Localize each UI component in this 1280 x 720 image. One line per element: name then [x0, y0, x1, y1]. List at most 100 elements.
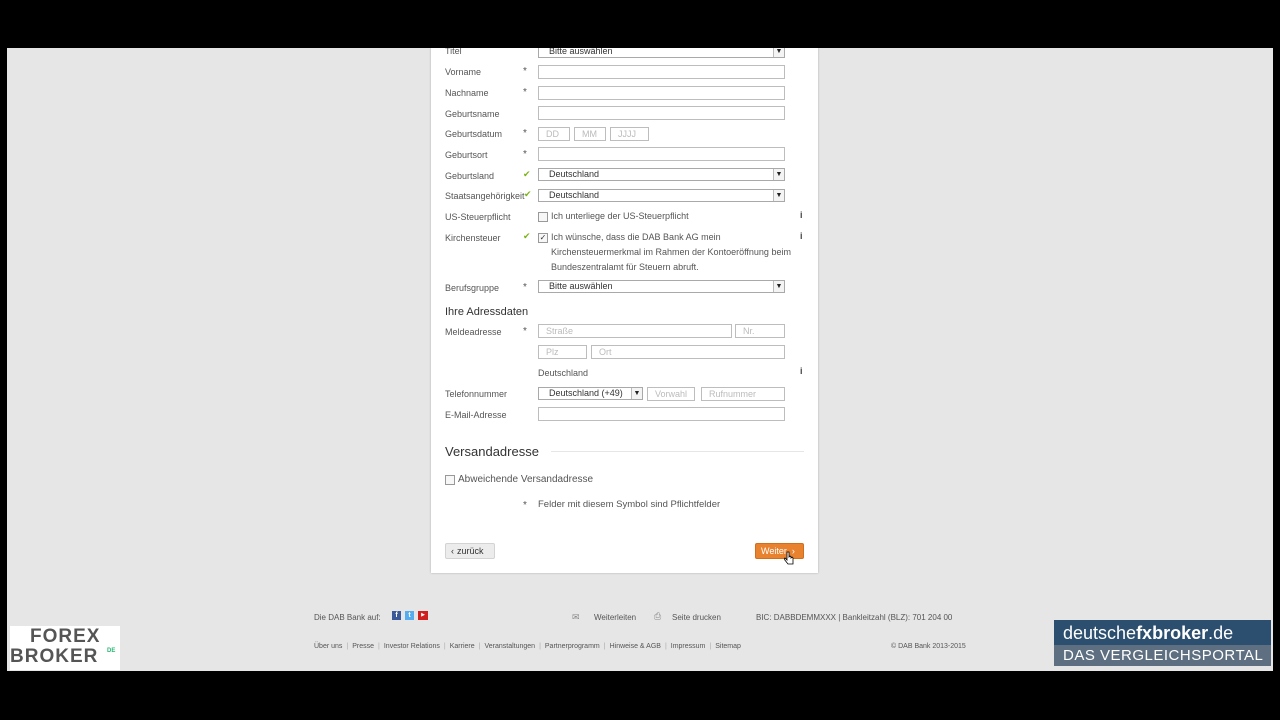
footer-link-presse[interactable]: Presse — [352, 643, 374, 650]
next-button-label: Weiter — [761, 546, 787, 556]
label-nachname: Nachname — [445, 88, 489, 98]
logo-broker-text: BROKER — [10, 646, 99, 667]
banner-domain-part1: deutsche — [1063, 623, 1137, 643]
forward-link[interactable]: Weiterleiten — [594, 613, 636, 622]
hausnummer-input[interactable]: Nr. — [735, 324, 785, 338]
info-icon[interactable]: i — [800, 366, 803, 376]
banner-domain-part3: .de — [1208, 623, 1234, 643]
label-kirchensteuer: Kirchensteuer — [445, 233, 501, 243]
email-input[interactable] — [538, 407, 785, 421]
label-vorname: Vorname — [445, 67, 482, 77]
footer-link-hinweise-agb[interactable]: Hinweise & AGB — [610, 643, 661, 650]
footer-link-impressum[interactable]: Impressum — [671, 643, 706, 650]
youtube-icon[interactable]: ▶ — [418, 611, 428, 620]
staat-select-value: Deutschland — [549, 190, 600, 200]
required-star: * — [523, 128, 527, 139]
address-country: Deutschland — [538, 368, 589, 378]
address-section-heading: Ihre Adressdaten — [445, 306, 529, 318]
birthdate-month-input[interactable]: MM — [574, 127, 606, 141]
forex-broker-logo: FOREX BROKER DE — [10, 626, 120, 670]
alt-shipping-label: Abweichende Versandadresse — [458, 474, 594, 485]
nachname-input[interactable] — [538, 86, 785, 100]
facebook-icon[interactable]: f — [392, 611, 401, 620]
birthdate-year-input[interactable]: JJJJ — [610, 127, 649, 141]
church-tax-text-line3: Bundeszentralamt für Steuern abruft. — [551, 262, 699, 272]
birthdate-day-input[interactable]: DD — [538, 127, 570, 141]
vorwahl-input[interactable]: Vorwahl — [647, 387, 695, 401]
registration-form-card: Titel Bitte auswählen ▼ Vorname * Nachna… — [431, 48, 818, 573]
church-tax-text-line2: Kirchensteuermerkmal im Rahmen der Konto… — [551, 247, 791, 257]
valid-check-icon: ✔ — [523, 231, 531, 241]
required-star: * — [523, 326, 527, 337]
info-icon[interactable]: i — [800, 210, 803, 220]
back-button-label: zurück — [457, 546, 484, 556]
chevron-down-icon: ▼ — [631, 388, 642, 399]
label-geburtsort: Geburtsort — [445, 150, 488, 160]
label-email: E-Mail-Adresse — [445, 410, 507, 420]
chevron-down-icon: ▼ — [773, 281, 784, 292]
staatsangehoerigkeit-select[interactable]: Deutschland ▼ — [538, 189, 785, 202]
deutschefxbroker-banner: deutschefxbroker.de DAS VERGLEICHSPORTAL — [1054, 620, 1271, 666]
us-tax-checkbox[interactable] — [538, 212, 548, 222]
shipping-section-heading: Versandadresse — [445, 444, 539, 459]
church-tax-checkbox[interactable]: ✓ — [538, 233, 548, 243]
label-meldeadresse: Meldeadresse — [445, 327, 502, 337]
required-star: * — [523, 500, 527, 511]
chevron-left-icon: ‹ — [451, 546, 454, 556]
forward-icon: ✉ — [572, 612, 580, 622]
rufnummer-input[interactable]: Rufnummer — [701, 387, 785, 401]
browser-viewport: Titel Bitte auswählen ▼ Vorname * Nachna… — [7, 48, 1273, 671]
next-button[interactable]: Weiter › — [755, 543, 804, 559]
titel-select-value: Bitte auswählen — [549, 48, 613, 56]
chevron-down-icon: ▼ — [773, 169, 784, 180]
us-tax-text: Ich unterliege der US-Steuerpflicht — [551, 211, 689, 221]
geburtsort-input[interactable] — [538, 147, 785, 161]
church-tax-text-line1: Ich wünsche, dass die DAB Bank AG mein — [551, 232, 721, 242]
label-berufsgruppe: Berufsgruppe — [445, 283, 500, 293]
bank-bic: BIC: DABBDEMMXXX | Bankleitzahl (BLZ): 7… — [756, 613, 953, 622]
titel-select[interactable]: Bitte auswählen ▼ — [538, 48, 785, 58]
label-titel: Titel — [445, 48, 462, 56]
alt-shipping-checkbox[interactable] — [445, 475, 455, 485]
required-star: * — [523, 87, 527, 98]
valid-check-icon: ✔ — [523, 169, 531, 179]
mouse-pointer-icon — [784, 551, 794, 565]
logo-de-text: DE — [107, 648, 116, 654]
geburtsland-select[interactable]: Deutschland ▼ — [538, 168, 785, 181]
required-star: * — [523, 282, 527, 293]
vorname-input[interactable] — [538, 65, 785, 79]
chevron-down-icon: ▼ — [773, 190, 784, 201]
footer-link-investor-relations[interactable]: Investor Relations — [384, 643, 440, 650]
back-button[interactable]: ‹ zurück — [445, 543, 495, 559]
section-divider — [551, 451, 804, 452]
label-us-steuerpflicht: US-Steuerpflicht — [445, 212, 511, 222]
print-icon: ⎙ — [654, 611, 662, 621]
label-geburtsland: Geburtsland — [445, 171, 495, 181]
info-icon[interactable]: i — [800, 231, 803, 241]
footer-link-karriere[interactable]: Karriere — [450, 643, 475, 650]
berufsgruppe-select[interactable]: Bitte auswählen ▼ — [538, 280, 785, 293]
strasse-input[interactable]: Straße — [538, 324, 732, 338]
required-star: * — [523, 149, 527, 160]
phone-country-select[interactable]: Deutschland (+49) ▼ — [538, 387, 643, 400]
ort-input[interactable]: Ort — [591, 345, 785, 359]
label-telefonnummer: Telefonnummer — [445, 389, 508, 399]
print-link[interactable]: Seite drucken — [672, 613, 721, 622]
label-staatsangehoerigkeit: Staatsangehörigkeit — [445, 191, 525, 201]
banner-domain-part2: fxbroker — [1136, 623, 1209, 643]
required-star: * — [523, 66, 527, 77]
footer-link-sitemap[interactable]: Sitemap — [715, 643, 741, 650]
footer-link-partnerprogramm[interactable]: Partnerprogramm — [545, 643, 600, 650]
copyright: © DAB Bank 2013-2015 — [891, 643, 966, 650]
logo-forex-text: FOREX — [30, 626, 101, 647]
beruf-select-value: Bitte auswählen — [549, 281, 613, 291]
plz-input[interactable]: Plz — [538, 345, 587, 359]
twitter-icon[interactable]: t — [405, 611, 414, 620]
valid-check-icon: ✔ — [524, 189, 532, 199]
geburtsname-input[interactable] — [538, 106, 785, 120]
phone-country-value: Deutschland (+49) — [549, 388, 623, 398]
footer-link-ueber-uns[interactable]: Über uns — [314, 643, 342, 650]
footer-link-veranstaltungen[interactable]: Veranstaltungen — [484, 643, 535, 650]
footer-links: Über uns | Presse | Investor Relations | Karri… — [314, 643, 741, 650]
chevron-down-icon: ▼ — [773, 48, 784, 57]
